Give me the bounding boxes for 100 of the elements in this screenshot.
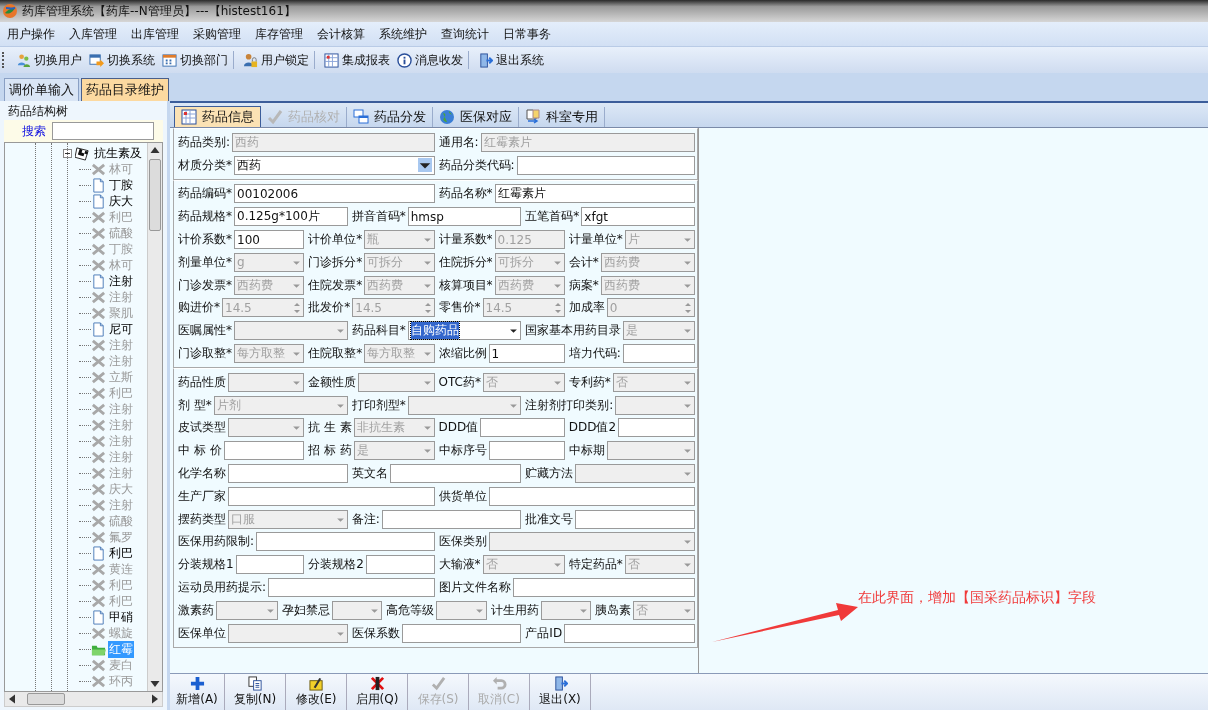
- tree-node[interactable]: 丁胺: [108, 240, 134, 258]
- collapse-icon[interactable]: [63, 148, 72, 158]
- dropdown[interactable]: 自购药品: [407, 321, 522, 341]
- toolbar-button[interactable]: 切换部门: [180, 51, 228, 69]
- users-icon[interactable]: [16, 52, 31, 68]
- caret-icon[interactable]: [417, 158, 432, 173]
- tree-node[interactable]: 利巴: [108, 592, 134, 610]
- menu-item[interactable]: 日常事务: [496, 25, 558, 43]
- tree-node[interactable]: 林可: [108, 160, 134, 178]
- tree-node[interactable]: 注射: [108, 288, 134, 306]
- text-field[interactable]: 0.125g*100片: [234, 207, 348, 227]
- toolbar-button[interactable]: 集成报表: [342, 51, 390, 69]
- action-button[interactable]: 退出(X): [530, 674, 591, 710]
- text-field[interactable]: [235, 555, 305, 575]
- tree-node[interactable]: 螺旋: [108, 624, 134, 642]
- calendar-icon[interactable]: [162, 52, 177, 68]
- tree-node[interactable]: 注射: [108, 432, 134, 450]
- toolbar-button[interactable]: 退出系统: [496, 51, 544, 69]
- text-field[interactable]: 00102006: [234, 184, 435, 204]
- toolbar-button[interactable]: 用户锁定: [261, 51, 309, 69]
- tree-node[interactable]: 利巴: [108, 208, 134, 226]
- text-field[interactable]: [516, 155, 695, 175]
- tab[interactable]: 药品信息: [174, 106, 261, 127]
- text-field[interactable]: [564, 623, 695, 643]
- text-field[interactable]: [622, 344, 695, 364]
- tree-node[interactable]: 尼可: [108, 320, 134, 338]
- tree-node[interactable]: 林可: [108, 256, 134, 274]
- text-field[interactable]: [488, 486, 695, 506]
- action-button[interactable]: 复制(N): [225, 674, 286, 710]
- action-button[interactable]: 修改(E): [286, 674, 347, 710]
- text-field[interactable]: [389, 464, 522, 484]
- horizontal-scrollbar[interactable]: [4, 692, 163, 707]
- text-field[interactable]: xfgt: [581, 207, 695, 227]
- vertical-scrollbar[interactable]: [147, 143, 162, 691]
- action-button[interactable]: 启用(Q): [347, 674, 408, 710]
- tree-node[interactable]: 注射: [108, 416, 134, 434]
- text-field[interactable]: [480, 418, 565, 438]
- menu-item[interactable]: 入库管理: [62, 25, 124, 43]
- menu-item[interactable]: 采购管理: [186, 25, 248, 43]
- tree-node[interactable]: 注射: [108, 400, 134, 418]
- tree-node[interactable]: 庆大: [108, 192, 134, 210]
- text-field[interactable]: [228, 486, 435, 506]
- menu-item[interactable]: 出库管理: [124, 25, 186, 43]
- text-field[interactable]: [365, 555, 435, 575]
- search-link[interactable]: 搜索: [22, 122, 46, 140]
- tree-node[interactable]: 注射: [108, 272, 134, 290]
- tree-node[interactable]: 麦白: [108, 656, 134, 674]
- search-field[interactable]: [52, 122, 154, 140]
- menu-item[interactable]: 会计核算: [310, 25, 372, 43]
- text-field[interactable]: [575, 509, 695, 529]
- text-field[interactable]: [228, 464, 348, 484]
- tree-node[interactable]: 甲硝: [108, 608, 134, 626]
- text-field[interactable]: [512, 578, 695, 598]
- tree-node[interactable]: 利巴: [108, 384, 134, 402]
- text-field[interactable]: 100: [234, 230, 305, 250]
- tree-node[interactable]: 利巴: [108, 544, 134, 562]
- tree-node[interactable]: 氟罗: [108, 528, 134, 546]
- tree-node[interactable]: 硫酸: [108, 512, 134, 530]
- toolbar-button[interactable]: 切换系统: [107, 51, 155, 69]
- menu-item[interactable]: 查询统计: [434, 25, 496, 43]
- text-field[interactable]: 1: [488, 344, 565, 364]
- text-field[interactable]: hmsp: [407, 207, 522, 227]
- grid-icon[interactable]: [324, 52, 339, 68]
- tree-node[interactable]: 聚肌: [108, 304, 134, 322]
- door-exit-icon[interactable]: [478, 52, 493, 68]
- dropdown[interactable]: 西药: [234, 155, 435, 175]
- text-field[interactable]: 红霉素片: [494, 184, 695, 204]
- text-field[interactable]: [488, 441, 565, 461]
- tree-node[interactable]: 立斯: [108, 368, 134, 386]
- tree-node[interactable]: 利巴: [108, 576, 134, 594]
- tree-node[interactable]: 注射: [108, 464, 134, 482]
- tree-node[interactable]: 环丙: [108, 672, 134, 690]
- text-field[interactable]: [223, 441, 305, 461]
- tree-node[interactable]: 注射: [108, 448, 134, 466]
- tree-node[interactable]: 庆大: [108, 480, 134, 498]
- caret-icon[interactable]: [509, 326, 519, 336]
- person-lock-icon[interactable]: [243, 52, 258, 68]
- toolbar-button[interactable]: 切换用户: [34, 51, 82, 69]
- text-field[interactable]: [256, 532, 435, 552]
- tree-node[interactable]: 注射: [108, 496, 134, 514]
- text-field[interactable]: [381, 509, 522, 529]
- document-tab[interactable]: 调价单输入: [4, 78, 79, 101]
- info-icon[interactable]: [397, 52, 412, 68]
- tree-node[interactable]: 黄连: [108, 560, 134, 578]
- scroll-thumb[interactable]: [27, 693, 65, 705]
- menu-item[interactable]: 库存管理: [248, 25, 310, 43]
- text-field[interactable]: [401, 623, 522, 643]
- action-button[interactable]: 新增(A): [170, 674, 225, 710]
- text-field[interactable]: [618, 418, 695, 438]
- tree-node[interactable]: 丁胺: [108, 176, 134, 194]
- tree-node[interactable]: 红霉: [108, 640, 134, 658]
- scroll-thumb[interactable]: [149, 159, 161, 231]
- toolbar-button[interactable]: 消息收发: [415, 51, 463, 69]
- tree-node[interactable]: 注射: [108, 336, 134, 354]
- menu-item[interactable]: 系统维护: [372, 25, 434, 43]
- tree-node[interactable]: 抗生素及: [93, 144, 143, 162]
- tree-node[interactable]: 硫酸: [108, 224, 134, 242]
- menu-item[interactable]: 用户操作: [0, 25, 62, 43]
- text-field[interactable]: [268, 578, 435, 598]
- document-tab[interactable]: 药品目录维护: [81, 78, 169, 101]
